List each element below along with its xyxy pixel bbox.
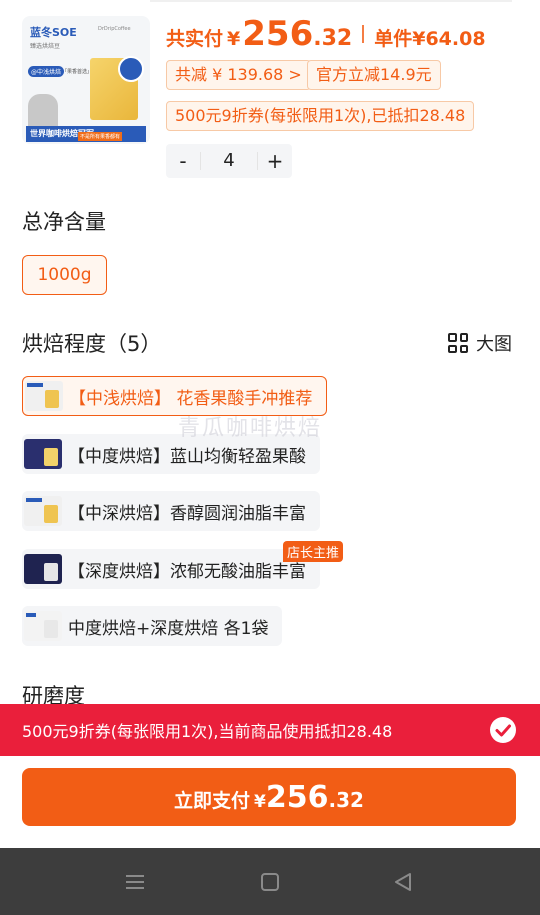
official-discount-chip: 官方立减14.9元 [307, 60, 441, 90]
thumb-banner2: 不是所有果香都有 [78, 132, 123, 141]
total-price-dec: .32 [313, 26, 353, 51]
roast-option-label: 【深度烘焙】浓郁无酸油脂丰富 [68, 561, 306, 582]
pay-amount-dec: .32 [328, 788, 364, 812]
total-price-int: 256 [242, 14, 314, 54]
watermark: 青瓜咖啡烘焙 [178, 416, 323, 441]
product-thumbnail[interactable]: 蓝冬SOE 臻选烘焙豆 DrDripCoffee @中浅烘焙 「果香首选」 世界… [22, 16, 150, 144]
roast-option-label: 【中度烘焙】蓝山均衡轻盈果酸 [68, 446, 306, 467]
unit-label: 单件 [374, 28, 413, 50]
home-square-icon[interactable] [256, 868, 284, 896]
size-option-1000g[interactable]: 1000g [22, 255, 107, 295]
net-content-title: 总净含量 [22, 210, 106, 234]
award-badge-icon [118, 56, 144, 82]
shop-recommend-badge: 店长主推 [283, 541, 344, 562]
top-divider [150, 0, 512, 2]
increment-button[interactable]: + [258, 149, 292, 173]
menu-icon[interactable] [121, 868, 149, 896]
roast-thumb-icon [24, 439, 62, 469]
total-reduce-chip[interactable]: 共减 ¥ 139.68 > [166, 60, 311, 90]
thumb-subtitle: 臻选烘焙豆 [30, 43, 61, 50]
total-currency: ¥ [227, 28, 241, 50]
decrement-button[interactable]: - [166, 149, 200, 173]
roast-title: 烘焙程度（5） [22, 332, 162, 356]
big-view-label: 大图 [476, 334, 512, 355]
coupon-chip[interactable]: 500元9折券(每张限用1次),已抵扣28.48 [166, 101, 475, 131]
roast-thumb-icon [24, 611, 62, 641]
roast-thumb-icon [24, 554, 62, 584]
thumb-tag2: 「果香首选」 [62, 69, 93, 75]
price-row: 共实付 ¥ 256 .32 单件 ¥64.08 [166, 14, 486, 54]
unit-price: ¥64.08 [412, 28, 486, 50]
roast-option-label: 【中深烘焙】香醇圆润油脂丰富 [68, 503, 306, 524]
pay-currency: ¥ [254, 792, 266, 812]
pay-amount-int: 256 [265, 780, 329, 815]
price-separator [362, 25, 365, 43]
roast-thumb-icon [25, 381, 63, 411]
quantity-stepper: - 4 + [166, 144, 292, 178]
coupon-applied-bar[interactable]: 500元9折券(每张限用1次),当前商品使用抵扣28.48 [0, 704, 540, 756]
roast-option-medium-dark[interactable]: 【中深烘焙】香醇圆润油脂丰富 [22, 491, 320, 531]
thumb-logo: DrDripCoffee [98, 26, 131, 32]
thumb-brand: 蓝冬SOE [30, 26, 77, 39]
total-label: 共实付 [166, 28, 224, 50]
back-triangle-icon[interactable] [389, 868, 417, 896]
pay-now-button[interactable]: 立即支付 ¥ 256 .32 [22, 768, 516, 826]
thumb-tag: @中浅烘焙 [28, 66, 65, 77]
grid-view-icon [448, 333, 468, 353]
roast-option-dark[interactable]: 【深度烘焙】浓郁无酸油脂丰富 [22, 549, 320, 589]
system-navbar [0, 848, 540, 915]
quantity-value[interactable]: 4 [200, 152, 258, 170]
roast-option-label: 【中浅烘焙】 花香果酸手冲推荐 [69, 388, 313, 409]
roast-option-label: 中度烘焙+深度烘焙 各1袋 [68, 618, 269, 639]
coupon-bar-text: 500元9折券(每张限用1次),当前商品使用抵扣28.48 [22, 722, 393, 741]
checkmark-icon[interactable] [490, 717, 516, 743]
pay-label: 立即支付 [174, 790, 251, 812]
big-view-toggle[interactable]: 大图 [448, 330, 512, 356]
roast-thumb-icon [24, 496, 62, 526]
roast-option-combo[interactable]: 中度烘焙+深度烘焙 各1袋 [22, 606, 283, 646]
